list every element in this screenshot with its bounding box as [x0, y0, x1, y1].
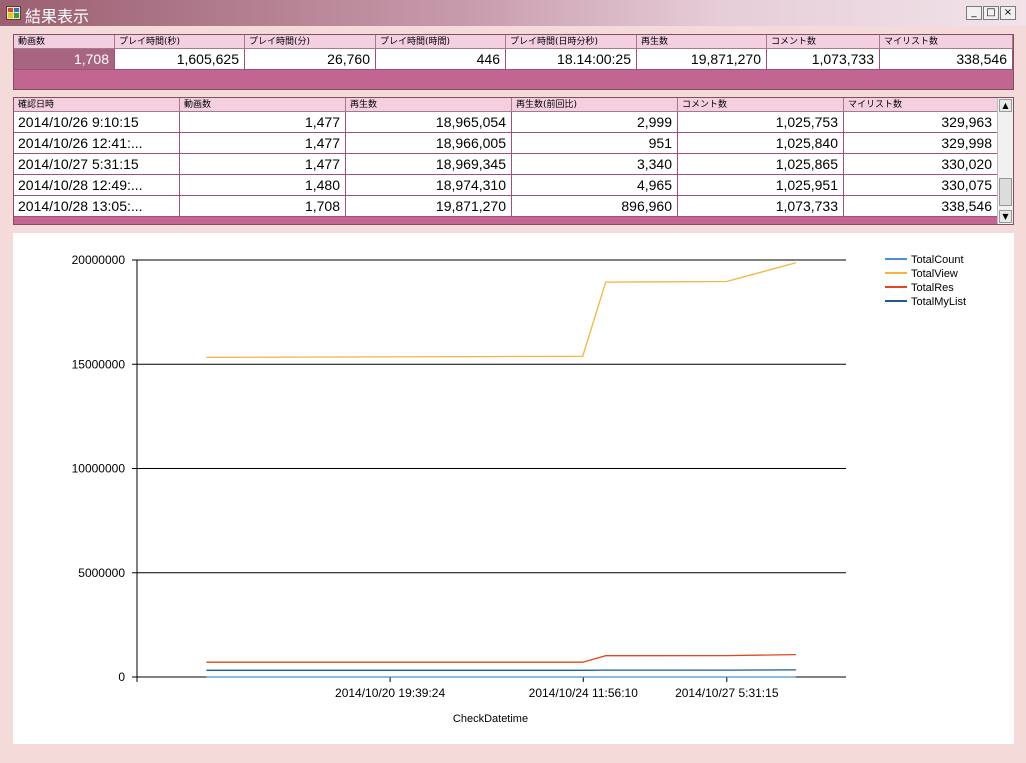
history-cell-views-diff[interactable]: 3,340	[512, 154, 678, 175]
x-tick-label: 2014/10/27 5:31:15	[675, 686, 779, 700]
history-cell-datetime[interactable]: 2014/10/26 12:41:...	[14, 133, 180, 154]
summary-header-row: 動画数 プレイ時間(秒) プレイ時間(分) プレイ時間(時間) プレイ時間(日時…	[14, 35, 1013, 49]
history-cell-datetime[interactable]: 2014/10/26 9:10:15	[14, 112, 180, 133]
history-cell-datetime[interactable]: 2014/10/28 12:49:...	[14, 175, 180, 196]
app-icon	[6, 6, 21, 20]
summary-data-row[interactable]: 1,708 1,605,625 26,760 446 18.14:00:25 1…	[14, 49, 1013, 70]
y-tick-label: 0	[118, 670, 125, 684]
history-cell-count[interactable]: 1,477	[180, 154, 346, 175]
scroll-down-arrow-icon[interactable]: ▼	[999, 210, 1012, 223]
history-header-comments[interactable]: コメント数	[678, 98, 844, 112]
x-tick-label: 2014/10/24 11:56:10	[529, 686, 639, 700]
x-axis-title: CheckDatetime	[453, 713, 528, 725]
legend-label-TotalMyList: TotalMyList	[911, 296, 966, 308]
summary-cell-mylist[interactable]: 338,546	[880, 49, 1013, 70]
legend-label-TotalView: TotalView	[911, 268, 958, 280]
series-line-TotalRes	[206, 653, 796, 663]
history-cell-comments[interactable]: 1,073,733	[678, 196, 844, 217]
history-row[interactable]: 2014/10/27 5:31:15 1,477 18,969,345 3,340 1,…	[14, 154, 998, 175]
history-cell-views[interactable]: 18,965,054	[346, 112, 512, 133]
history-cell-count[interactable]: 1,480	[180, 175, 346, 196]
history-cell-mylist[interactable]: 330,020	[844, 154, 998, 175]
history-cell-views-diff[interactable]: 896,960	[512, 196, 678, 217]
summary-header-comments[interactable]: コメント数	[767, 35, 880, 49]
history-header-count[interactable]: 動画数	[180, 98, 346, 112]
history-row[interactable]: 2014/10/26 9:10:15 1,477 18,965,054 2,999 1,…	[14, 112, 998, 133]
history-cell-mylist[interactable]: 329,963	[844, 112, 998, 133]
history-row[interactable]: 2014/10/28 12:49:... 1,480 18,974,310 4,965…	[14, 175, 998, 196]
history-cell-datetime[interactable]: 2014/10/28 13:05:...	[14, 196, 180, 217]
y-tick-label: 20000000	[72, 253, 126, 267]
history-header-views[interactable]: 再生数	[346, 98, 512, 112]
history-cell-views-diff[interactable]: 4,965	[512, 175, 678, 196]
y-tick-label: 15000000	[72, 357, 126, 371]
scroll-thumb[interactable]	[999, 178, 1012, 206]
history-cell-mylist[interactable]: 329,998	[844, 133, 998, 154]
history-grid[interactable]: 確認日時 動画数 再生数 再生数(前回比) コメント数 マイリスト数 2014/…	[13, 97, 1014, 225]
history-cell-comments[interactable]: 1,025,840	[678, 133, 844, 154]
history-cell-comments[interactable]: 1,025,951	[678, 175, 844, 196]
summary-cell-play-hour[interactable]: 446	[376, 49, 506, 70]
history-cell-mylist[interactable]: 330,075	[844, 175, 998, 196]
line-chart: 0 5000000 10000000 15000000 20000000 2014/10/…	[13, 233, 1014, 744]
history-cell-views[interactable]: 18,974,310	[346, 175, 512, 196]
history-header-views-diff[interactable]: 再生数(前回比)	[512, 98, 678, 112]
history-row[interactable]: 2014/10/28 13:05:... 1,708 19,871,270 896,9…	[14, 196, 998, 217]
summary-header-count[interactable]: 動画数	[14, 35, 115, 49]
summary-header-play-min[interactable]: プレイ時間(分)	[245, 35, 376, 49]
scroll-up-arrow-icon[interactable]: ▲	[999, 99, 1012, 112]
legend-label-TotalRes: TotalRes	[911, 282, 954, 294]
maximize-button[interactable]: □	[983, 6, 999, 20]
window-title: 結果表示	[25, 7, 90, 26]
legend-label-TotalCount: TotalCount	[911, 254, 964, 266]
history-cell-comments[interactable]: 1,025,753	[678, 112, 844, 133]
history-cell-views[interactable]: 18,966,005	[346, 133, 512, 154]
history-header-datetime[interactable]: 確認日時	[14, 98, 180, 112]
summary-header-play-hour[interactable]: プレイ時間(時間)	[376, 35, 506, 49]
line-chart-svg: 0 5000000 10000000 15000000 20000000 2014/10/…	[72, 253, 966, 725]
history-row[interactable]: 2014/10/26 12:41:... 1,477 18,966,005 951 1,…	[14, 133, 998, 154]
summary-cell-views[interactable]: 19,871,270	[637, 49, 767, 70]
history-cell-mylist[interactable]: 338,546	[844, 196, 998, 217]
history-cell-views[interactable]: 18,969,345	[346, 154, 512, 175]
history-cell-views-diff[interactable]: 951	[512, 133, 678, 154]
summary-cell-count[interactable]: 1,708	[14, 49, 115, 70]
series-line-TotalView	[206, 262, 797, 359]
summary-cell-play-dhms[interactable]: 18.14:00:25	[506, 49, 637, 70]
history-header-mylist[interactable]: マイリスト数	[844, 98, 998, 112]
y-tick-label: 10000000	[72, 462, 126, 476]
history-cell-views[interactable]: 19,871,270	[346, 196, 512, 217]
history-cell-comments[interactable]: 1,025,865	[678, 154, 844, 175]
history-cell-count[interactable]: 1,477	[180, 133, 346, 154]
close-button[interactable]: ×	[1000, 6, 1016, 20]
summary-cell-play-min[interactable]: 26,760	[245, 49, 376, 70]
minimize-button[interactable]: _	[966, 6, 982, 20]
summary-header-play-dhms[interactable]: プレイ時間(日時分秒)	[506, 35, 637, 49]
history-scrollbar[interactable]: ▲ ▼	[997, 98, 1013, 224]
summary-grid[interactable]: 動画数 プレイ時間(秒) プレイ時間(分) プレイ時間(時間) プレイ時間(日時…	[13, 34, 1014, 90]
summary-cell-comments[interactable]: 1,073,733	[767, 49, 880, 70]
history-cell-count[interactable]: 1,708	[180, 196, 346, 217]
summary-header-views[interactable]: 再生数	[637, 35, 767, 49]
summary-header-play-sec[interactable]: プレイ時間(秒)	[115, 35, 245, 49]
history-header-row: 確認日時 動画数 再生数 再生数(前回比) コメント数 マイリスト数	[14, 98, 998, 112]
summary-cell-play-sec[interactable]: 1,605,625	[115, 49, 245, 70]
history-cell-datetime[interactable]: 2014/10/27 5:31:15	[14, 154, 180, 175]
y-tick-label: 5000000	[78, 566, 125, 580]
summary-header-mylist[interactable]: マイリスト数	[880, 35, 1013, 49]
x-tick-label: 2014/10/20 19:39:24	[335, 686, 445, 700]
history-cell-count[interactable]: 1,477	[180, 112, 346, 133]
history-cell-views-diff[interactable]: 2,999	[512, 112, 678, 133]
title-bar: 結果表示 _ □ ×	[0, 0, 1026, 26]
